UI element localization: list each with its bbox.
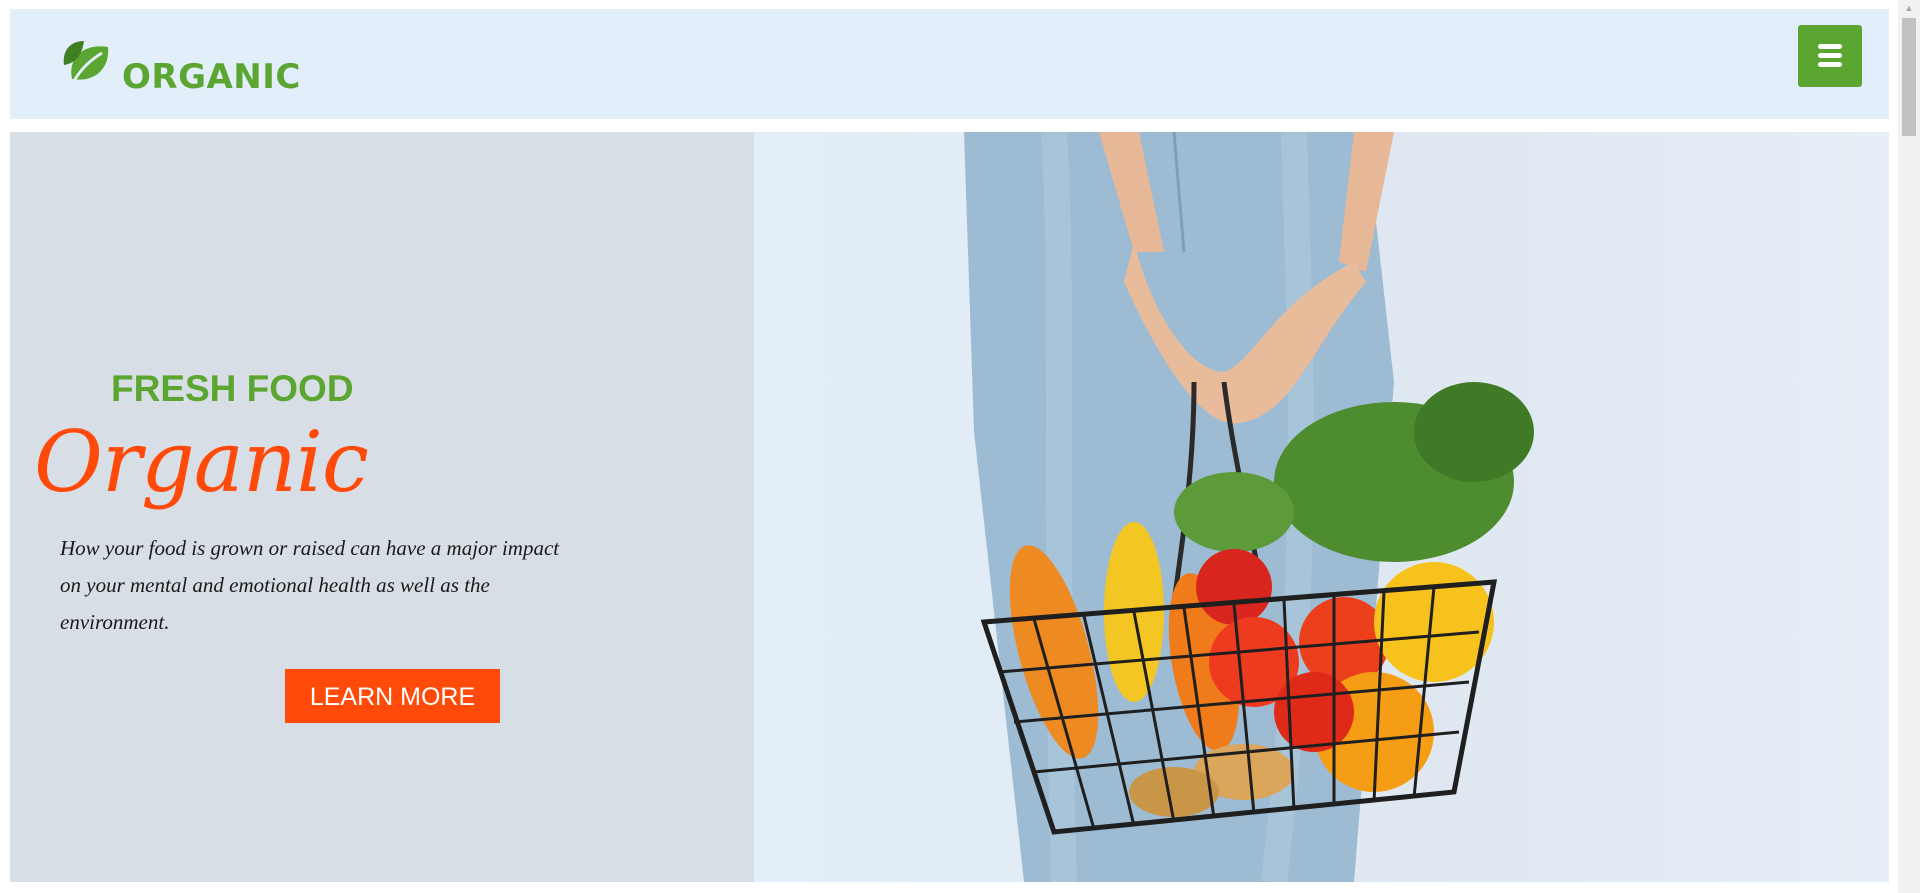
scroll-up-arrow-icon[interactable]: ▲ bbox=[1898, 0, 1920, 16]
logo-text: ORGANIC bbox=[122, 57, 301, 97]
learn-more-button[interactable]: LEARN MORE bbox=[285, 669, 500, 723]
logo[interactable]: ORGANIC bbox=[62, 35, 300, 97]
hero-description: How your food is grown or raised can hav… bbox=[60, 536, 560, 634]
hero-title: Organic bbox=[34, 413, 369, 511]
hero-banner: FRESH FOOD Organic How your food is grow… bbox=[10, 132, 1889, 882]
hamburger-menu-icon bbox=[1818, 62, 1842, 67]
scrollbar-thumb[interactable] bbox=[1902, 18, 1916, 136]
hero-kicker: FRESH FOOD bbox=[111, 368, 354, 409]
hamburger-menu-icon bbox=[1818, 44, 1842, 49]
hamburger-menu-icon bbox=[1818, 53, 1842, 58]
site-header: ORGANIC bbox=[10, 9, 1889, 119]
leaf-icon bbox=[63, 41, 109, 82]
hero-image bbox=[754, 132, 1889, 882]
vertical-scrollbar[interactable]: ▲ bbox=[1898, 0, 1920, 893]
menu-button[interactable] bbox=[1798, 25, 1862, 87]
